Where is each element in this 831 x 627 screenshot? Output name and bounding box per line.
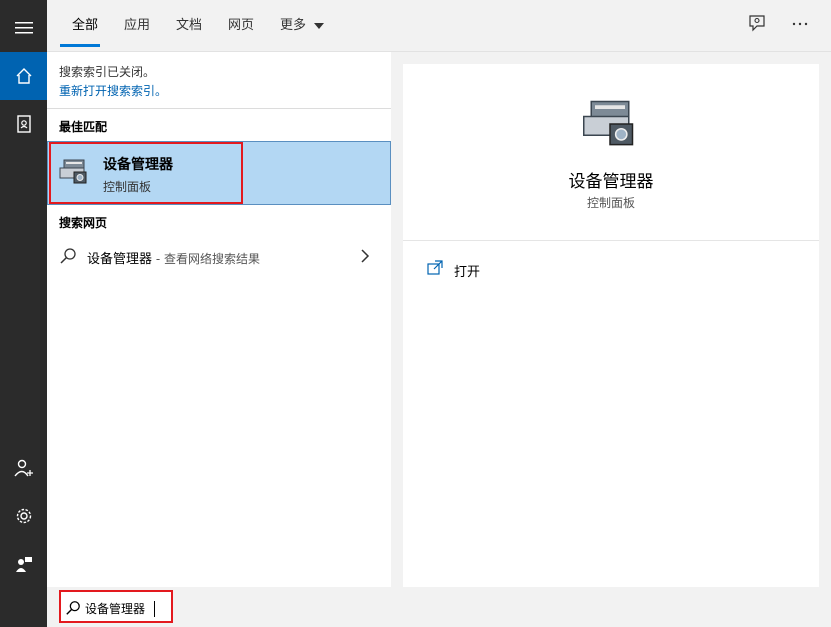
chevron-down-icon bbox=[314, 22, 325, 29]
reenable-index-link[interactable]: 重新打开搜索索引。 bbox=[59, 82, 167, 99]
web-search-result[interactable]: 设备管理器 - 查看网络搜索结果 bbox=[47, 242, 391, 270]
web-result-text: 设备管理器 - 查看网络搜索结果 bbox=[87, 248, 260, 267]
tab-all[interactable]: 全部 bbox=[72, 14, 98, 33]
preview-subtitle: 控制面板 bbox=[586, 196, 635, 210]
divider bbox=[47, 108, 391, 109]
sidebar-rail bbox=[0, 0, 47, 627]
notebook-icon bbox=[16, 115, 31, 133]
notebook-button[interactable] bbox=[0, 100, 47, 148]
filter-tabs-bar: 全部 应用 文档 网页 更多 bbox=[47, 0, 831, 52]
feedback-button[interactable] bbox=[0, 540, 47, 588]
home-icon bbox=[16, 68, 31, 84]
best-match-result[interactable]: 设备管理器 控制面板 bbox=[47, 141, 391, 205]
search-icon bbox=[66, 601, 80, 615]
add-account-button[interactable] bbox=[0, 444, 47, 492]
more-options-icon[interactable] bbox=[791, 14, 809, 32]
web-result-suffix: - 查看网络搜索结果 bbox=[152, 252, 260, 266]
search-icon bbox=[60, 248, 76, 264]
search-box[interactable] bbox=[59, 590, 173, 623]
tab-apps[interactable]: 应用 bbox=[124, 14, 150, 33]
add-user-icon bbox=[13, 459, 33, 477]
chevron-right-icon[interactable] bbox=[359, 248, 371, 264]
tab-web[interactable]: 网页 bbox=[228, 14, 254, 33]
web-search-heading: 搜索网页 bbox=[59, 216, 108, 230]
open-label: 打开 bbox=[454, 265, 481, 280]
settings-button[interactable] bbox=[0, 492, 47, 540]
device-manager-large-icon bbox=[583, 100, 634, 146]
index-notice: 搜索索引已关闭。 bbox=[59, 65, 156, 79]
web-result-query: 设备管理器 bbox=[87, 252, 153, 267]
active-tab-indicator bbox=[60, 44, 100, 47]
text-caret bbox=[154, 601, 155, 617]
open-icon bbox=[427, 260, 443, 275]
results-pane: 搜索索引已关闭。 重新打开搜索索引。 最佳匹配 设备管理器 控制面板 搜索网页 … bbox=[47, 52, 391, 587]
feedback-icon bbox=[15, 557, 32, 572]
home-button[interactable] bbox=[0, 52, 47, 100]
best-match-heading: 最佳匹配 bbox=[59, 120, 108, 134]
highlight-outline bbox=[49, 142, 243, 204]
preview-pane: 设备管理器 控制面板 打开 bbox=[403, 64, 819, 587]
tab-more-label: 更多 bbox=[280, 18, 307, 33]
preview-title: 设备管理器 bbox=[568, 172, 654, 192]
menu-button[interactable] bbox=[0, 4, 47, 52]
tab-more[interactable]: 更多 bbox=[280, 14, 325, 33]
preview-divider bbox=[403, 240, 819, 241]
hamburger-icon bbox=[14, 22, 33, 34]
feedback-hub-icon[interactable] bbox=[748, 14, 766, 32]
taskbar-search bbox=[47, 587, 831, 627]
gear-icon bbox=[16, 508, 31, 524]
tab-documents[interactable]: 文档 bbox=[176, 14, 202, 33]
search-input[interactable] bbox=[85, 599, 169, 617]
